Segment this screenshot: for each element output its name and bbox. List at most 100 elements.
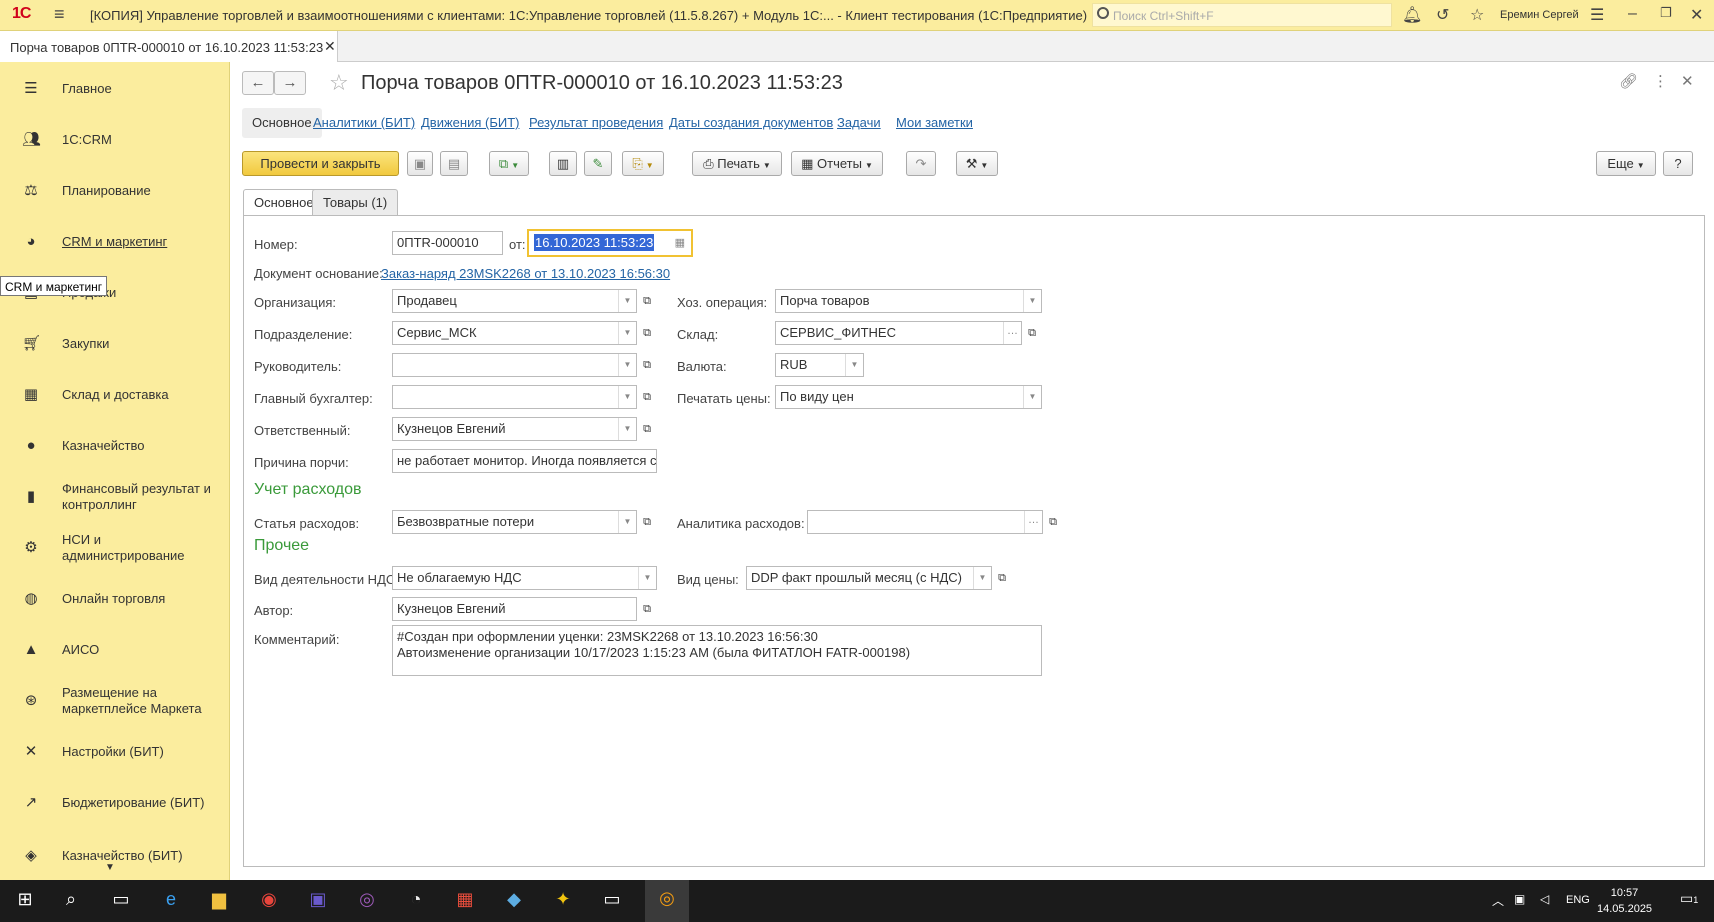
head-field[interactable]: ▼ [392, 353, 637, 377]
sidebar-item-online[interactable]: ◍ Онлайн торговля [0, 579, 230, 619]
dropdown-icon[interactable]: ▼ [1023, 386, 1041, 408]
open-icon[interactable]: ⧉ [638, 321, 656, 345]
post-button[interactable]: ▣ [407, 151, 433, 176]
dropdown-icon[interactable]: ▼ [618, 386, 636, 408]
dropdown-icon[interactable]: ▼ [618, 511, 636, 533]
back-button[interactable]: ← [242, 71, 274, 95]
tab-posting-result[interactable]: Результат проведения [519, 108, 673, 138]
open-icon[interactable]: ⧉ [638, 289, 656, 313]
sidebar-item-planning[interactable]: ⚖ Планирование [0, 171, 230, 211]
sidebar-item-purchases[interactable]: 🛒︎ Закупки [0, 324, 230, 364]
date-field[interactable]: 16.10.2023 11:53:23 ▦ [527, 229, 693, 257]
tab-notes[interactable]: Мои заметки [886, 108, 983, 138]
open-icon[interactable]: ⧉ [1023, 321, 1041, 345]
dropdown-icon[interactable]: ▼ [618, 290, 636, 312]
attach-button[interactable]: ⎘ ▼ [622, 151, 664, 176]
print-prices-field[interactable]: По виду цен ▼ [775, 385, 1042, 409]
close-form-icon[interactable]: ✕ [1681, 72, 1694, 90]
tab-tasks[interactable]: Задачи [827, 108, 891, 138]
reason-field[interactable]: не работает монитор. Иногда появляется с… [392, 449, 657, 473]
currency-field[interactable]: RUB ▼ [775, 353, 864, 377]
vat-field[interactable]: Не облагаемую НДС ▼ [392, 566, 657, 590]
tab-document[interactable]: Порча товаров 0ПТR-000010 от 16.10.2023 … [0, 31, 338, 62]
terminal-icon[interactable]: ▭ [599, 889, 625, 913]
forward-button[interactable]: → [274, 71, 306, 95]
select-dots-icon[interactable]: … [1024, 511, 1042, 533]
accountant-field[interactable]: ▼ [392, 385, 637, 409]
more-vertical-icon[interactable]: ⋮ [1653, 72, 1668, 90]
sidebar-item-finance[interactable]: ▮ Финансовый результат и контроллинг [0, 477, 230, 517]
windows-start-icon[interactable]: ⊞ [12, 889, 38, 913]
sidebar-item-marketplace[interactable]: ⊛ Размещение на маркетплейсе Маркета [0, 681, 230, 721]
warehouse-field[interactable]: СЕРВИС_ФИТНЕС… [775, 321, 1022, 345]
tool-app-icon[interactable]: ✦ [550, 889, 576, 913]
dropdown-icon[interactable]: ▼ [845, 354, 863, 376]
search-icon[interactable]: ⌕ [58, 889, 84, 913]
open-icon[interactable]: ⧉ [638, 353, 656, 377]
dropdown-icon[interactable]: ▼ [618, 354, 636, 376]
language-indicator[interactable]: ENG [1566, 894, 1590, 906]
history-icon[interactable]: ↺ [1436, 5, 1449, 25]
expense-analytics-field[interactable]: … [807, 510, 1043, 534]
author-field[interactable]: Кузнецов Евгений [392, 597, 637, 621]
sidebar-item-bit-treasury[interactable]: ◈ Казначейство (БИТ) [0, 834, 230, 866]
sidebar-item-crm-marketing[interactable]: ◕ CRM и маркетинг [0, 222, 230, 262]
expense-item-field[interactable]: Безвозвратные потери ▼ [392, 510, 637, 534]
chrome-icon[interactable]: ◉ [256, 889, 282, 913]
favorite-star-icon[interactable]: ☆ [329, 70, 349, 96]
tab-movements-bit[interactable]: Движения (БИТ) [411, 108, 529, 138]
main-menu-icon[interactable]: ≡ [54, 4, 65, 25]
tab-analytics-bit[interactable]: Аналитики (БИТ) [303, 108, 425, 138]
reports-button[interactable]: ▦ Отчеты ▼ [791, 151, 883, 176]
sidebar-item-main[interactable]: ☰ Главное [0, 69, 230, 109]
link-icon[interactable]: 🔗︎ [1619, 72, 1638, 90]
1c-app-icon[interactable]: ◎ [645, 880, 689, 922]
dropdown-icon[interactable]: ▼ [618, 322, 636, 344]
tools-button[interactable]: ⚒ ▼ [956, 151, 998, 176]
create-based-on-button[interactable]: ⧉ ▼ [489, 151, 529, 176]
base-document-link[interactable]: Заказ-наряд 23MSK2268 от 13.10.2023 16:5… [381, 266, 670, 281]
sidebar-item-aiso[interactable]: ▲ АИСО [0, 630, 230, 670]
app-icon[interactable]: ▦ [452, 889, 478, 913]
sidebar-item-bit-settings[interactable]: ✕ Настройки (БИТ) [0, 732, 230, 772]
open-icon[interactable]: ⧉ [638, 597, 656, 621]
scroll-down-icon[interactable]: ▼ [105, 862, 115, 873]
close-tab-icon[interactable]: ✕ [324, 38, 336, 55]
sidebar-item-budgeting[interactable]: ↗ Бюджетирование (БИТ) [0, 783, 230, 823]
bell-icon[interactable]: 🔔︎ [1402, 5, 1422, 25]
select-dots-icon[interactable]: … [1003, 322, 1021, 344]
notifications-icon[interactable]: ▭1 [1680, 890, 1698, 907]
tray-volume-icon[interactable]: ◁ [1540, 892, 1549, 906]
post-and-close-button[interactable]: Провести и закрыть [242, 151, 399, 176]
github-icon[interactable]: ◎ [354, 889, 380, 913]
number-field[interactable]: 0ПТR-000010 [392, 231, 503, 255]
clock-app-icon[interactable]: ◔ [403, 889, 429, 913]
sidebar-item-warehouse[interactable]: ▦ Склад и доставка [0, 375, 230, 415]
tab-creation-dates[interactable]: Даты создания документов [659, 108, 843, 138]
open-icon[interactable]: ⧉ [993, 566, 1011, 590]
redirect-button[interactable]: ↷ [906, 151, 936, 176]
tray-network-icon[interactable]: ▣ [1514, 892, 1525, 906]
star-icon[interactable]: ☆ [1470, 5, 1484, 25]
save-button[interactable]: ▤ [440, 151, 468, 176]
help-button[interactable]: ? [1663, 151, 1693, 176]
folder-icon[interactable]: ▆ [206, 889, 232, 913]
user-name[interactable]: Еремин Сергей [1500, 9, 1579, 21]
clock[interactable]: 10:57 14.05.2025 [1597, 885, 1652, 917]
restore-icon[interactable]: ❐ [1660, 5, 1672, 21]
comment-field[interactable]: #Создан при оформлении уценки: 23MSK2268… [392, 625, 1042, 676]
operation-field[interactable]: Порча товаров ▼ [775, 289, 1042, 313]
organization-field[interactable]: Продавец ▼ [392, 289, 637, 313]
sidebar-item-treasury[interactable]: ● Казначейство [0, 426, 230, 466]
close-icon[interactable]: ✕ [1690, 5, 1703, 25]
open-icon[interactable]: ⧉ [638, 417, 656, 441]
task-view-icon[interactable]: ▭ [108, 889, 134, 913]
search-input[interactable]: Поиск Ctrl+Shift+F [1092, 3, 1392, 27]
dropdown-icon[interactable]: ▼ [1023, 290, 1041, 312]
open-icon[interactable]: ⧉ [1044, 510, 1062, 534]
edit-button[interactable]: ✎ [584, 151, 612, 176]
save-app-icon[interactable]: ▣ [305, 889, 331, 913]
notes-app-icon[interactable]: ◆ [501, 889, 527, 913]
price-type-field[interactable]: DDP факт прошлый месяц (с НДС) ▼ [746, 566, 992, 590]
settings-menu-icon[interactable]: ☰ [1590, 5, 1604, 25]
